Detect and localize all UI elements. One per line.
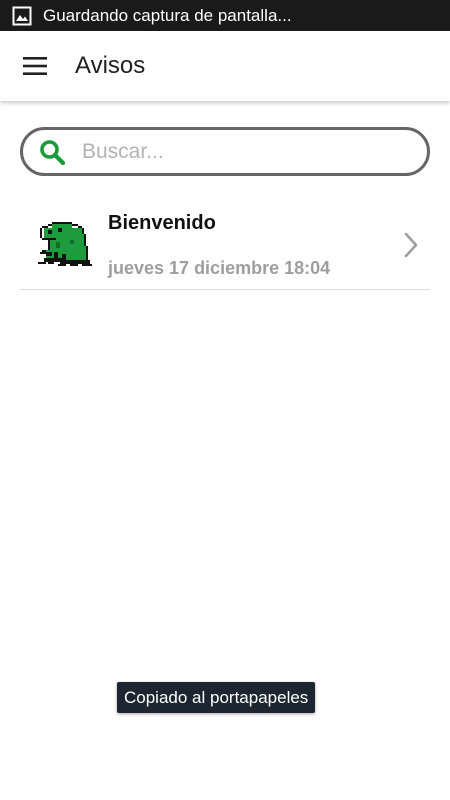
notice-date: jueves 17 diciembre 18:04 [108, 258, 331, 278]
search-input[interactable] [82, 139, 402, 164]
chevron-right-icon [404, 232, 418, 258]
search-icon [40, 139, 65, 165]
app-bar: Avisos [0, 31, 450, 101]
frog-icon [38, 222, 92, 266]
image-icon [12, 6, 32, 25]
status-notification-text: Guardando captura de pantalla... [43, 5, 292, 25]
status-bar: Guardando captura de pantalla... [0, 0, 450, 31]
list-item[interactable]: Bienvenido jueves 17 diciembre 18:04 [20, 200, 430, 290]
page-title: Avisos [75, 52, 146, 79]
toast-message: Copiado al portapapeles [117, 682, 316, 713]
toast-text: Copiado al portapapeles [124, 687, 309, 707]
search-box[interactable] [20, 127, 430, 176]
menu-button[interactable] [0, 31, 70, 101]
hamburger-menu-icon [23, 57, 47, 75]
notice-title: Bienvenido [108, 212, 216, 234]
